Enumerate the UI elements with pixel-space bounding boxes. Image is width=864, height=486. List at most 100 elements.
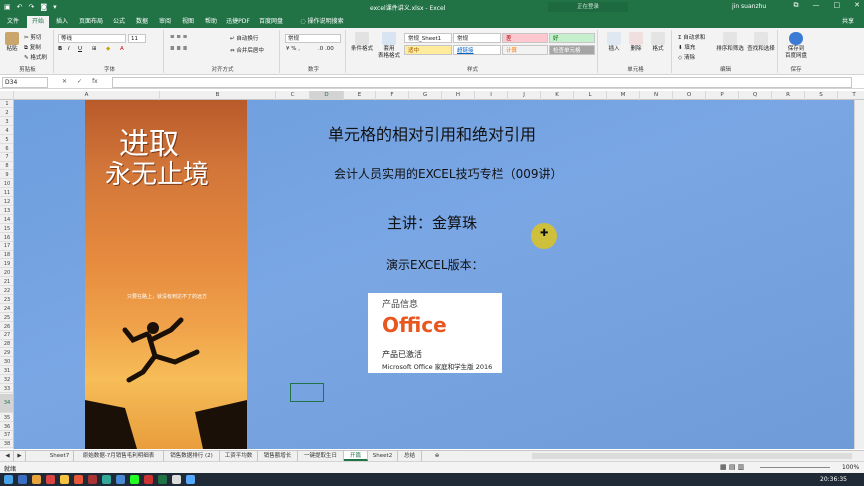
row-header[interactable]: 6 (0, 145, 13, 153)
row-header[interactable]: 16 (0, 234, 13, 242)
column-header[interactable]: O (673, 91, 706, 100)
row-header[interactable]: 13 (0, 207, 13, 215)
wrap-text-button[interactable]: ↵ 自动换行 (230, 34, 258, 42)
delete-cells-button[interactable]: 删除 (626, 32, 646, 53)
horizontal-scrollbar[interactable] (532, 453, 852, 459)
merge-center-button[interactable]: ⇔ 合并后居中 (230, 46, 264, 54)
save-to-baidu-button[interactable]: 保存到 百度网盘 (782, 32, 810, 60)
sheet-tab[interactable]: 销售数据排行 (2) (164, 451, 220, 461)
font-name-select[interactable]: 等线 (58, 34, 126, 43)
tab-view[interactable]: 视图 (178, 16, 198, 28)
row-header[interactable]: 36 (0, 423, 13, 431)
sheet-tab[interactable]: 一键提取生日 (298, 451, 344, 461)
find-select-button[interactable]: 查找和选择 (746, 32, 776, 53)
row-header[interactable]: 33 (0, 385, 13, 393)
taskbar-app-icon[interactable] (172, 475, 181, 484)
tab-insert[interactable]: 插入 (52, 16, 72, 28)
selected-cell[interactable] (290, 383, 324, 402)
column-header[interactable]: T (838, 91, 864, 100)
row-header[interactable]: 15 (0, 225, 13, 233)
sheet-tab[interactable]: 总结 (398, 451, 422, 461)
style-cell[interactable]: 适中 (404, 45, 452, 55)
taskbar-app-icon[interactable] (60, 475, 69, 484)
scroll-tabs-left-icon[interactable]: ◀ (2, 451, 14, 461)
row-header[interactable]: 29 (0, 349, 13, 358)
column-header[interactable]: F (376, 91, 409, 100)
taskbar-app-icon[interactable] (116, 475, 125, 484)
column-header[interactable]: S (805, 91, 838, 100)
tab-help[interactable]: 帮助 (201, 16, 221, 28)
format-cells-button[interactable]: 格式 (648, 32, 668, 53)
column-header[interactable]: E (344, 91, 376, 100)
row-header[interactable]: 21 (0, 278, 13, 287)
column-header[interactable]: K (541, 91, 574, 100)
row-header[interactable]: 14 (0, 216, 13, 224)
row-header[interactable]: 5 (0, 136, 13, 144)
signin-status[interactable]: 正在登录 (548, 2, 628, 12)
row-header[interactable]: 17 (0, 242, 13, 251)
column-header[interactable]: N (640, 91, 673, 100)
copy-button[interactable]: ⧉ 复制 (24, 43, 41, 52)
style-cell[interactable]: 超链接 (453, 45, 501, 55)
taskbar-app-icon[interactable] (18, 475, 27, 484)
row-header[interactable]: 27 (0, 331, 13, 340)
row-header[interactable]: 38 (0, 440, 13, 449)
worksheet-area[interactable]: 进取 永无止境 只要在路上，就没有到达不了的远方 单元格的相对引用和绝对引用 会… (14, 100, 854, 449)
minimize-button[interactable]: — (813, 1, 820, 10)
tab-page-layout[interactable]: 页面布局 (76, 16, 106, 28)
sheet-tab[interactable]: 销售额增长 (258, 451, 298, 461)
cut-button[interactable]: ✂ 剪切 (24, 33, 41, 41)
row-header[interactable]: 35 (0, 414, 13, 422)
bold-button[interactable]: B (58, 46, 62, 52)
close-button[interactable]: ✕ (854, 1, 860, 10)
row-header[interactable]: 37 (0, 431, 13, 440)
insert-cells-button[interactable]: 插入 (604, 32, 624, 53)
italic-button[interactable]: I (68, 46, 70, 52)
column-header[interactable]: C (276, 91, 310, 100)
restore-button[interactable]: □ (834, 1, 841, 10)
taskbar-app-icon[interactable] (102, 475, 111, 484)
conditional-format-button[interactable]: 条件格式 (350, 32, 374, 53)
share-button[interactable]: 共享 (834, 16, 862, 28)
tab-review[interactable]: 审阅 (155, 16, 175, 28)
column-header[interactable]: G (409, 91, 442, 100)
taskbar-app-icon[interactable] (186, 475, 195, 484)
format-as-table-button[interactable]: 套用 表格格式 (376, 32, 402, 60)
cancel-icon[interactable]: ✕ (62, 78, 67, 85)
row-header[interactable]: 1 (0, 100, 13, 109)
style-cell[interactable]: 常规 (453, 33, 501, 43)
row-header[interactable]: 25 (0, 314, 13, 322)
currency-icon[interactable]: ¥ % , (286, 46, 300, 52)
enter-icon[interactable]: ✓ (77, 78, 82, 85)
column-header[interactable]: A (14, 91, 160, 100)
row-header[interactable]: 34 (0, 393, 13, 413)
user-name[interactable]: jin suanzhu (732, 3, 766, 10)
add-sheet-icon[interactable]: ⊕ (430, 451, 444, 461)
camera-icon[interactable]: ◙ (40, 2, 47, 12)
redo-icon[interactable]: ↷ (29, 2, 35, 12)
tab-file[interactable]: 文件 (3, 16, 23, 28)
view-mode-icons[interactable]: ▦ ▤ ▥ (720, 463, 744, 471)
taskbar-app-icon[interactable] (74, 475, 83, 484)
taskbar-app-icon[interactable] (46, 475, 55, 484)
tell-me-search[interactable]: ◌ 操作说明搜索 (292, 16, 352, 28)
row-header[interactable]: 4 (0, 127, 13, 135)
sheet-tab[interactable]: Sheet7 (46, 451, 74, 461)
zoom-level[interactable]: 100% (842, 464, 859, 471)
style-cell[interactable]: 差 (502, 33, 548, 43)
sheet-tab[interactable]: Sheet2 (368, 451, 398, 461)
select-all-corner[interactable] (0, 91, 14, 100)
row-header[interactable]: 3 (0, 118, 13, 126)
row-header[interactable]: 2 (0, 109, 13, 118)
sheet-tab-active[interactable]: 开篇 (344, 451, 368, 461)
row-header[interactable]: 20 (0, 269, 13, 278)
taskbar-app-icon[interactable] (32, 475, 41, 484)
row-header[interactable]: 24 (0, 305, 13, 313)
zoom-slider[interactable] (760, 467, 830, 468)
taskbar-app-icon[interactable] (144, 475, 153, 484)
column-header[interactable]: H (442, 91, 475, 100)
sheet-tab[interactable]: 原始数据-7月销售毛利明细表 (74, 451, 164, 461)
font-size-select[interactable]: 11 (128, 34, 146, 43)
row-header[interactable]: 30 (0, 358, 13, 367)
row-header[interactable]: 22 (0, 287, 13, 296)
